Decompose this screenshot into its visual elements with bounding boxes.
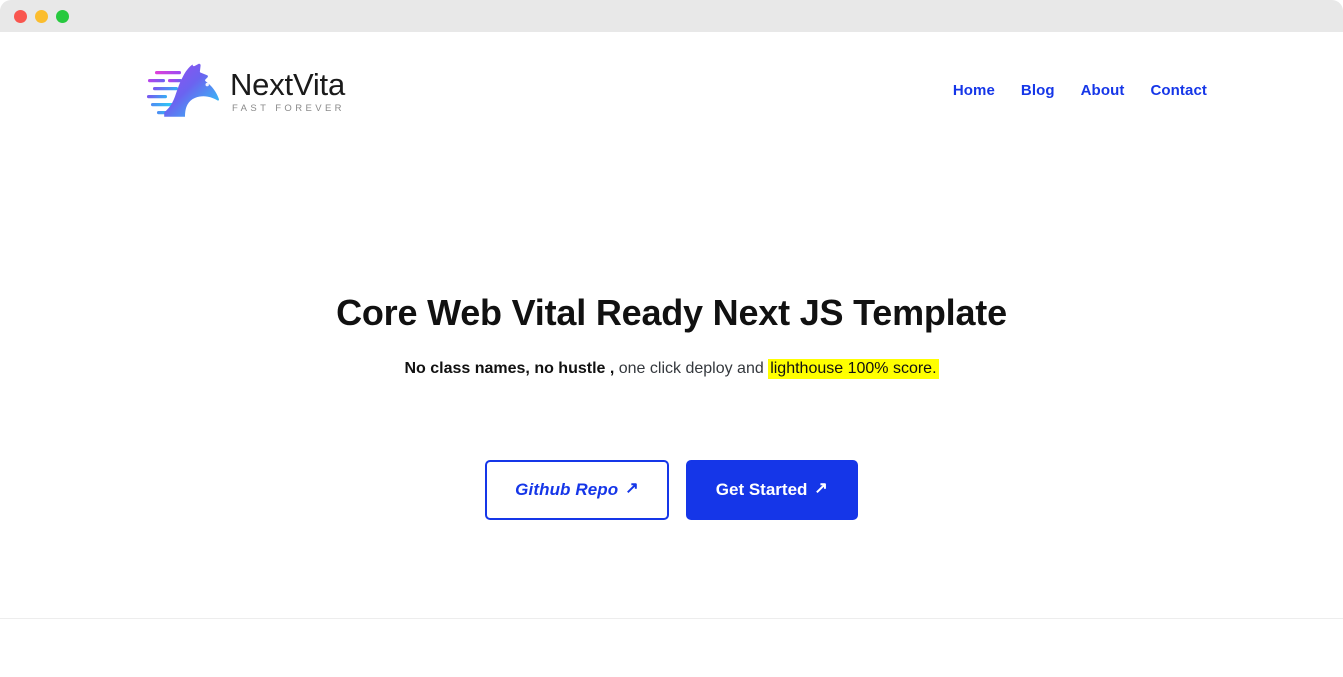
hero-subtitle-normal: one click deploy and [614,360,769,377]
github-repo-button-label: Github Repo [515,480,619,499]
maximize-window-button[interactable] [56,9,69,23]
brand-wordmark: NextVita FAST FOREVER [230,67,345,115]
hero-subtitle-highlight: lighthouse 100% score. [768,359,939,379]
close-window-button[interactable] [14,9,27,23]
brand-logo-link[interactable]: NextVita FAST FOREVER [145,62,345,120]
get-started-button[interactable]: Get Started ↗ [685,460,858,520]
minimize-window-button[interactable] [35,9,48,23]
arrow-up-right-icon: ↗ [814,480,828,497]
arrow-up-right-icon: ↗ [625,480,639,497]
brand-name: NextVita [230,66,345,102]
horse-head-speed-icon [145,62,221,120]
nav-link-home[interactable]: Home [953,82,995,99]
browser-window: NextVita FAST FOREVER Home Blog About Co… [0,0,1343,677]
hero-action-buttons: Github Repo ↗ Get Started ↗ [0,460,1343,520]
nav-link-about[interactable]: About [1081,82,1125,99]
nav-link-blog[interactable]: Blog [1021,82,1055,99]
hero-section: Core Web Vital Ready Next JS Template No… [0,149,1343,618]
window-titlebar [0,0,1343,32]
get-started-button-label: Get Started [715,480,808,499]
brand-tagline: FAST FOREVER [232,103,345,115]
page-content: NextVita FAST FOREVER Home Blog About Co… [0,32,1343,677]
hero-title: Core Web Vital Ready Next JS Template [336,292,1007,333]
below-fold-area [0,619,1343,677]
hero-subtitle: No class names, no hustle , one click de… [0,357,1343,381]
nav-link-contact[interactable]: Contact [1150,82,1207,99]
github-repo-button[interactable]: Github Repo ↗ [485,460,669,520]
main-navigation: Home Blog About Contact [953,82,1207,99]
hero-subtitle-strong: No class names, no hustle , [404,360,615,377]
site-header: NextVita FAST FOREVER Home Blog About Co… [0,32,1343,149]
